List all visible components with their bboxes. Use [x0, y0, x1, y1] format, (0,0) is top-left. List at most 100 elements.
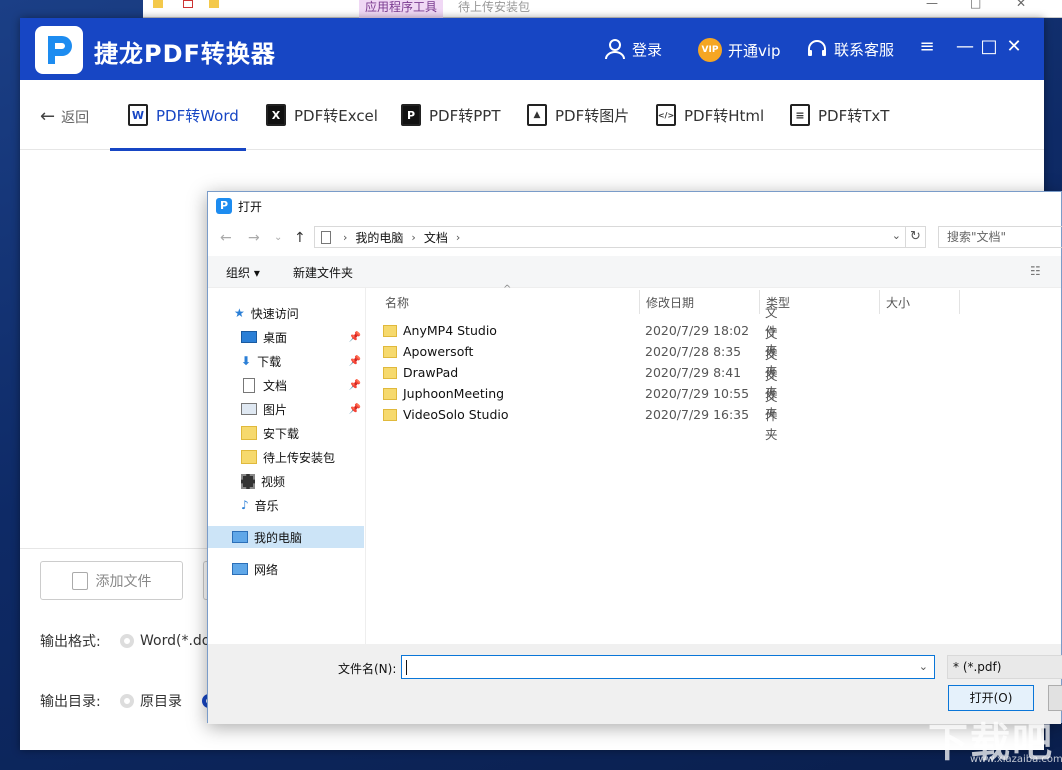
nav-downloads[interactable]: ⬇ 下载 📌 [241, 350, 361, 372]
chevron-down-icon[interactable]: ⌄ [892, 229, 901, 242]
folder-icon [383, 408, 397, 421]
film-icon [241, 473, 255, 489]
chevron-down-icon[interactable]: ⌄ [274, 232, 282, 243]
pin-icon: 📌 [348, 403, 361, 415]
back-arrow-icon[interactable]: ← [220, 230, 232, 246]
nav-network[interactable]: 网络 [232, 558, 278, 580]
close-icon[interactable]: ✕ [1003, 36, 1025, 57]
conversion-tabs: ← 返回 W PDF转Word X PDF转Excel P PDF转PPT ▲ … [20, 80, 1044, 151]
dir-radio[interactable] [120, 694, 134, 708]
folder-icon [241, 426, 257, 440]
vip-button[interactable]: VIP 开通vip [698, 38, 781, 62]
new-folder-button[interactable]: 新建文件夹 [293, 264, 353, 281]
nav-label: 安下载 [263, 426, 300, 441]
organize-button[interactable]: 组织 ▾ [226, 264, 260, 281]
tab-pdf-to-ppt[interactable]: P PDF转PPT [401, 80, 500, 150]
format-radio[interactable] [120, 634, 134, 648]
tab-pdf-to-word[interactable]: W PDF转Word [110, 80, 246, 151]
folder-icon [383, 387, 397, 400]
breadcrumb-item[interactable]: 我的电脑 [355, 229, 403, 246]
cancel-button[interactable] [1048, 685, 1062, 711]
file-name: JuphoonMeeting [403, 386, 505, 401]
navigation-pane: ★ 快速访问 桌面 📌 ⬇ 下载 📌 文档 📌 图片 📌 安下载 待上传安装包 … [208, 288, 366, 644]
desktop-icon [241, 331, 257, 343]
add-file-button[interactable]: 添加文件 [40, 561, 183, 600]
maximize-icon[interactable]: □ [970, 0, 981, 10]
file-name: VideoSolo Studio [403, 407, 509, 422]
breadcrumb-item[interactable]: 文档 [424, 229, 448, 246]
nav-pictures[interactable]: 图片 📌 [241, 398, 361, 420]
file-row[interactable]: AnyMP4 Studio 2020/7/29 18:02 文件夹 [383, 305, 778, 358]
folder-icon [383, 345, 397, 358]
address-bar[interactable]: › 我的电脑 › 文档 › ⌄ [314, 226, 906, 248]
open-button[interactable]: 打开(O) [948, 685, 1034, 711]
close-icon[interactable]: ✕ [1016, 0, 1026, 10]
nav-quick-access[interactable]: ★ 快速访问 [234, 302, 299, 324]
column-divider [959, 290, 960, 314]
login-button[interactable]: 登录 [604, 38, 662, 60]
add-file-label: 添加文件 [95, 573, 152, 590]
maximize-icon[interactable]: □ [978, 36, 1000, 57]
folder-icon [153, 0, 163, 8]
column-header-name[interactable]: 名称 [385, 294, 409, 311]
ribbon-tab[interactable]: 应用程序工具 [359, 0, 444, 18]
file-row[interactable]: DrawPad 2020/7/29 8:41 文件夹 [383, 347, 778, 400]
music-note-icon: ♪ [241, 498, 249, 512]
nav-music[interactable]: ♪ 音乐 [241, 494, 279, 516]
computer-icon [232, 531, 248, 543]
menu-icon[interactable]: ≡ [916, 36, 938, 57]
back-button[interactable]: ← 返回 [40, 106, 89, 127]
nav-label: 快速访问 [250, 306, 299, 321]
file-date: 2020/7/29 16:35 [645, 407, 750, 422]
app-titlebar: 捷龙PDF转换器 登录 VIP 开通vip 联系客服 ≡ — □ ✕ [20, 18, 1044, 80]
checkbox-icon [183, 0, 193, 8]
pin-icon: 📌 [348, 331, 361, 343]
refresh-button[interactable]: ↻ [906, 226, 926, 248]
file-list: ^ 名称 修改日期 类型 大小 AnyMP4 Studio 2020/7/29 … [367, 284, 1061, 644]
file-row[interactable]: JuphoonMeeting 2020/7/29 10:55 文件夹 [383, 368, 778, 421]
minimize-icon[interactable]: — [926, 0, 938, 10]
output-dir-row: 输出目录: 原目录 [40, 691, 222, 711]
forward-arrow-icon[interactable]: → [248, 230, 260, 246]
format-option-word[interactable]: Word(*.do [140, 633, 210, 649]
tab-pdf-to-image[interactable]: ▲ PDF转图片 [527, 80, 629, 150]
file-row[interactable]: VideoSolo Studio 2020/7/29 16:35 文件夹 [383, 389, 778, 442]
nav-this-pc[interactable]: 我的电脑 [208, 526, 364, 548]
dir-option-original[interactable]: 原目录 [140, 691, 182, 711]
column-header-date[interactable]: 修改日期 [646, 294, 694, 311]
support-button[interactable]: 联系客服 [806, 38, 894, 60]
tab-pdf-to-html[interactable]: </> PDF转Html [656, 80, 764, 150]
file-date: 2020/7/29 10:55 [645, 386, 750, 401]
view-options-icon[interactable]: ☷ [1030, 264, 1041, 278]
tab-pdf-to-txt[interactable]: ≡ PDF转TxT [790, 80, 889, 150]
tab-pdf-to-excel[interactable]: X PDF转Excel [266, 80, 378, 150]
filename-input[interactable]: ⌄ [401, 655, 935, 679]
nav-documents[interactable]: 文档 📌 [241, 374, 361, 396]
file-type: 文件夹 [765, 389, 778, 442]
nav-desktop[interactable]: 桌面 📌 [241, 326, 361, 348]
back-label: 返回 [61, 109, 90, 126]
nav-folder[interactable]: 安下载 [241, 422, 299, 444]
window-title: 待上传安装包 [458, 0, 531, 14]
text-caret [406, 660, 407, 675]
column-divider [759, 290, 760, 314]
nav-label: 网络 [254, 562, 279, 577]
add-document-icon [71, 571, 88, 590]
up-arrow-icon[interactable]: ↑ [294, 230, 306, 246]
nav-folder[interactable]: 待上传安装包 [241, 446, 335, 468]
file-type-filter[interactable]: * (*.pdf) [947, 655, 1062, 679]
sort-up-icon: ^ [503, 284, 512, 295]
file-date: 2020/7/28 8:35 [645, 344, 742, 359]
chevron-down-icon[interactable]: ⌄ [919, 660, 928, 673]
folder-icon [209, 0, 219, 8]
file-row[interactable]: Apowersoft 2020/7/28 8:35 文件夹 [383, 326, 778, 379]
output-format-row: 输出格式: Word(*.do [40, 631, 210, 651]
file-name: AnyMP4 Studio [403, 323, 497, 338]
search-input[interactable]: 搜索"文档" [938, 226, 1062, 248]
column-header-size[interactable]: 大小 [886, 294, 910, 311]
tab-label: PDF转TxT [818, 106, 890, 125]
minimize-icon[interactable]: — [954, 36, 976, 57]
column-divider [879, 290, 880, 314]
nav-videos[interactable]: 视频 [241, 470, 285, 492]
network-icon [232, 563, 248, 575]
